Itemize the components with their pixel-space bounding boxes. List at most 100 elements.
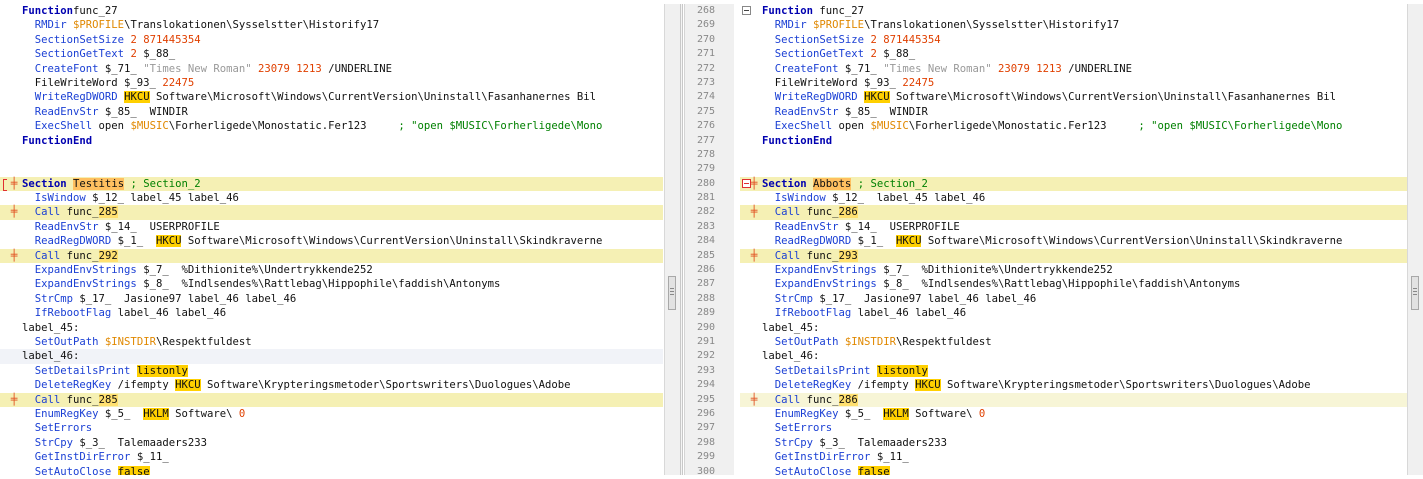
code-line[interactable]: label_46: — [0, 349, 663, 364]
code-text: WriteRegDWORD HKCU Software\Microsoft\Wi… — [740, 91, 1336, 104]
code-line[interactable]: ReadRegDWORD $_1_ HKCU Software\Microsof… — [0, 234, 663, 248]
code-token: HKCU — [155, 235, 182, 248]
code-text: label_45: — [0, 322, 79, 334]
diff-marker-icon[interactable]: ╪ — [7, 249, 21, 263]
pane-splitter[interactable] — [680, 4, 683, 475]
code-token: Call — [22, 393, 61, 406]
code-token: $_14_ USERPROFILE — [98, 220, 220, 233]
code-line[interactable]: StrCpy $_3_ Talemaaders233 — [0, 436, 663, 450]
line-number: 272 — [696, 62, 715, 74]
code-token: HKCU — [124, 91, 150, 104]
left-scroll-thumb[interactable] — [668, 276, 676, 310]
code-line[interactable]: CreateFont $_71_ "Times New Roman" 23079… — [0, 62, 663, 76]
code-text: label_46: — [740, 350, 819, 362]
code-line[interactable]: SetErrors — [740, 421, 1416, 435]
code-line[interactable]: WriteRegDWORD HKCU Software\Microsoft\Wi… — [740, 90, 1416, 104]
code-line[interactable]: ExecShell open $MUSIC\Forherligede\Monos… — [740, 119, 1416, 133]
code-line[interactable]: RMDir $PROFILE\Translokationen\Sysselstt… — [0, 18, 663, 32]
code-line[interactable]: IfRebootFlag label_46 label_46 — [0, 306, 663, 320]
code-line[interactable]: EnumRegKey $_5_ HKLM Software\ 0 — [740, 407, 1416, 421]
code-line[interactable]: SetOutPath $INSTDIR\Respektfuldest — [0, 335, 663, 349]
code-line[interactable]: SetErrors — [0, 421, 663, 435]
code-line[interactable]: DeleteRegKey /ifempty HKCU Software\Kryp… — [0, 378, 663, 392]
code-line[interactable]: SectionSetSize 2 871445354 — [740, 33, 1416, 47]
fold-toggle-icon[interactable] — [742, 178, 751, 188]
code-line[interactable]: Function func_27 — [740, 4, 1416, 18]
left-editor-pane[interactable]: Functionfunc_27 RMDir $PROFILE\Transloka… — [0, 4, 663, 475]
line-number: 285 — [696, 249, 715, 261]
code-token: HKCU — [915, 379, 941, 392]
code-text: FunctionEnd — [740, 135, 832, 147]
code-text: ExpandEnvStrings $_7_ %Dithionite%\Under… — [0, 264, 373, 276]
code-line[interactable]: SetDetailsPrint listonly — [0, 364, 663, 378]
code-line[interactable]: FunctionEnd — [740, 134, 1416, 148]
code-line[interactable]: WriteRegDWORD HKCU Software\Microsoft\Wi… — [0, 90, 663, 104]
code-line[interactable]: SetOutPath $INSTDIR\Respektfuldest — [740, 335, 1416, 349]
code-line[interactable]: IsWindow $_12_ label_45 label_46 — [740, 191, 1416, 205]
code-line[interactable]: label_46: — [740, 349, 1416, 363]
code-line[interactable]: IsWindow $_12_ label_45 label_46 — [0, 191, 663, 205]
code-line[interactable]: SetAutoClose false — [0, 465, 663, 475]
code-line[interactable]: DeleteRegKey /ifempty HKCU Software\Kryp… — [740, 378, 1416, 392]
code-line[interactable]: SectionSetSize 2 871445354 — [0, 33, 663, 47]
fold-toggle-icon[interactable] — [742, 6, 751, 15]
diff-marker-icon[interactable]: ╪ — [7, 393, 21, 407]
code-line[interactable]: ╪ Call func_286 — [740, 205, 1416, 220]
diff-marker-icon[interactable]: ╪ — [747, 205, 761, 219]
code-line[interactable] — [0, 162, 663, 176]
code-line[interactable]: ReadRegDWORD $_1_ HKCU Software\Microsof… — [740, 234, 1416, 248]
code-line[interactable]: ReadEnvStr $_85_ WINDIR — [0, 105, 663, 119]
code-line[interactable]: FileWriteWord $_93_ 22475 — [740, 76, 1416, 90]
code-line[interactable]: SectionGetText 2 $_88_ — [740, 47, 1416, 61]
code-line[interactable]: IfRebootFlag label_46 label_46 — [740, 306, 1416, 320]
code-line[interactable]: SetDetailsPrint listonly — [740, 364, 1416, 378]
code-line[interactable]: StrCpy $_3_ Talemaaders233 — [740, 436, 1416, 450]
code-line[interactable]: ExpandEnvStrings $_7_ %Dithionite%\Under… — [740, 263, 1416, 277]
diff-marker-icon[interactable]: ╪ — [747, 393, 761, 407]
code-line[interactable]: EnumRegKey $_5_ HKLM Software\ 0 — [0, 407, 663, 421]
code-line[interactable]: ╪ Call func_285 — [0, 205, 663, 220]
code-line[interactable]: ReadEnvStr $_14_ USERPROFILE — [740, 220, 1416, 234]
code-line[interactable]: RMDir $PROFILE\Translokationen\Sysselstt… — [740, 18, 1416, 32]
code-line[interactable] — [740, 162, 1416, 176]
code-line[interactable]: label_45: — [0, 321, 663, 335]
code-token: open — [92, 120, 131, 133]
diff-marker-icon[interactable]: ╪ — [7, 205, 21, 219]
code-line[interactable]: ExecShell open $MUSIC\Forherligede\Monos… — [0, 119, 663, 133]
right-editor-pane[interactable]: Function func_27 RMDir $PROFILE\Translok… — [740, 4, 1416, 475]
code-line[interactable]: SetAutoClose false — [740, 465, 1416, 475]
code-line[interactable]: CreateFont $_71_ "Times New Roman" 23079… — [740, 62, 1416, 76]
code-line[interactable] — [0, 148, 663, 162]
code-line[interactable]: FileWriteWord $_93_ 22475 — [0, 76, 663, 90]
right-vertical-scrollbar[interactable] — [1407, 4, 1423, 475]
code-line[interactable] — [740, 148, 1416, 162]
code-line[interactable]: ╪ Call func_293 — [740, 248, 1416, 264]
code-line[interactable]: SectionGetText 2 $_88_ — [0, 47, 663, 61]
code-line[interactable]: ╪ Call func_292 — [0, 248, 663, 264]
code-token: ExpandEnvStrings — [22, 278, 137, 291]
code-line[interactable]: ExpandEnvStrings $_7_ %Dithionite%\Under… — [0, 263, 663, 277]
code-line[interactable]: label_45: — [740, 321, 1416, 335]
diff-marker-icon[interactable]: ╪ — [747, 249, 761, 263]
left-vertical-scrollbar[interactable] — [664, 4, 680, 475]
code-line[interactable]: GetInstDirError $_11_ — [0, 450, 663, 464]
code-token: FunctionEnd — [762, 134, 833, 147]
code-line[interactable]: StrCmp $_17_ Jasione97 label_46 label_46 — [0, 292, 663, 306]
code-line[interactable]: ExpandEnvStrings $_8_ %Indlsendes%\Rattl… — [0, 277, 663, 291]
code-line[interactable]: ╪ Section Testitis ; Section_2 — [0, 176, 663, 192]
code-line[interactable]: StrCmp $_17_ Jasione97 label_46 label_46 — [740, 292, 1416, 306]
code-line[interactable]: FunctionEnd — [0, 134, 663, 148]
code-token: WriteRegDWORD — [762, 91, 858, 104]
code-line[interactable]: ╪ Call func_285 — [0, 392, 663, 407]
code-line[interactable]: ╪ Call func_286 — [740, 392, 1416, 407]
code-token: \Respektfuldest — [895, 335, 992, 348]
diff-marker-icon[interactable]: ╪ — [7, 177, 21, 191]
code-line[interactable]: Functionfunc_27 — [0, 4, 663, 18]
code-line[interactable]: ReadEnvStr $_14_ USERPROFILE — [0, 220, 663, 234]
right-scroll-thumb[interactable] — [1411, 276, 1419, 310]
code-line[interactable]: ReadEnvStr $_85_ WINDIR — [740, 105, 1416, 119]
code-line[interactable]: ╪ Section Abbots ; Section_2 — [740, 176, 1416, 192]
code-line[interactable]: GetInstDirError $_11_ — [740, 450, 1416, 464]
code-line[interactable]: ExpandEnvStrings $_8_ %Indlsendes%\Rattl… — [740, 277, 1416, 291]
